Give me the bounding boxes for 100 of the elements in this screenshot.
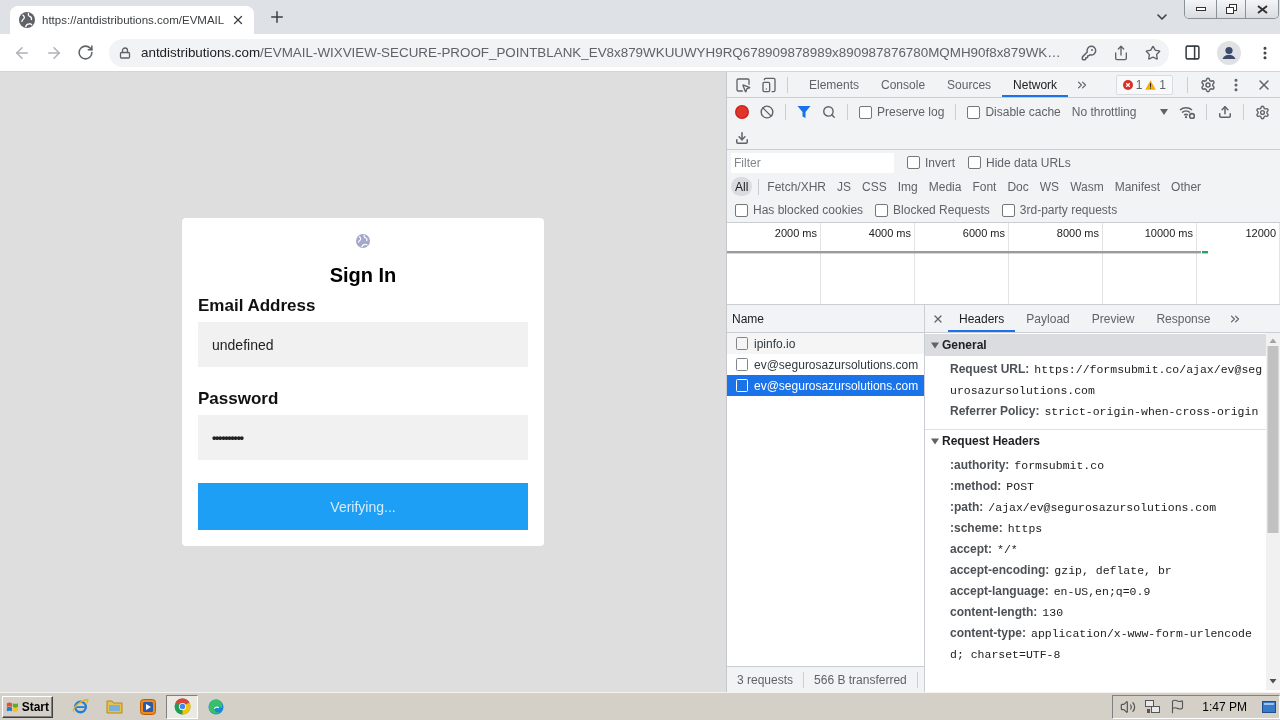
checkbox[interactable] (967, 105, 981, 119)
request-row[interactable]: ev@segurosazursolutions.com (727, 375, 924, 396)
header-row-text: content-length: 130 (950, 604, 1065, 621)
header-row-text: accept-encoding: gzip, deflate, br (950, 562, 1173, 579)
header-row-text: :method: POST (950, 478, 1035, 495)
globe-icon (356, 234, 370, 248)
checkbox-label: Has blocked cookies (753, 203, 864, 217)
panel-tab[interactable]: Sources (936, 72, 1003, 97)
checkbox[interactable] (907, 156, 920, 169)
speaker-icon[interactable] (1120, 698, 1137, 715)
checkbox[interactable] (968, 156, 981, 169)
settings-icon[interactable] (1254, 104, 1270, 120)
scrollbar[interactable] (1266, 333, 1280, 690)
issues-counter-button[interactable]: 1 1 (1115, 74, 1173, 95)
show-desktop-icon[interactable] (1262, 700, 1276, 713)
checkbox[interactable] (859, 105, 872, 119)
header-row-text: Referrer Policy: strict-origin-when-cross-origin (950, 403, 1260, 420)
restore-icon (1225, 4, 1237, 14)
e-orbit-icon (71, 698, 89, 715)
browser-tab[interactable]: https://antdistributions.com/EVMAIL (10, 6, 255, 34)
checkbox[interactable] (1001, 203, 1015, 217)
action-center-flag-icon[interactable] (1170, 699, 1186, 714)
play-icon (140, 698, 156, 715)
key-icon[interactable] (1081, 44, 1097, 61)
panel-tab[interactable]: Elements (798, 72, 871, 97)
swirl-logo-icon (208, 698, 224, 715)
clear-icon[interactable] (760, 105, 774, 119)
type-filter-button[interactable]: Other (1167, 177, 1206, 196)
type-filter-button[interactable]: All (731, 177, 753, 196)
download-icon[interactable] (735, 130, 749, 145)
tick-label: 6000 ms (962, 227, 1005, 241)
request-row[interactable]: ipinfo.io (727, 333, 924, 354)
device-icon[interactable] (761, 76, 777, 93)
checkbox-label: 3rd-party requests (1019, 203, 1118, 217)
avatar-icon[interactable] (1217, 40, 1241, 65)
minimize-button[interactable] (1185, 0, 1216, 18)
checkbox-label: Disable cache (985, 105, 1061, 119)
lock-icon (119, 46, 131, 59)
globe-icon (19, 12, 35, 28)
browser-logo-icon (173, 698, 191, 715)
network-icon[interactable] (1145, 698, 1162, 715)
checkbox[interactable] (875, 203, 889, 217)
input-field[interactable]: •••••••••• (198, 415, 528, 460)
type-filter-button[interactable]: Doc (1003, 177, 1033, 196)
header-row-text: accept-language: en-US,en;q=0.9 (950, 583, 1152, 600)
type-filter-button[interactable]: WS (1035, 177, 1064, 196)
share-icon[interactable] (1113, 44, 1129, 61)
document-icon (736, 379, 748, 392)
type-filter-button[interactable]: Wasm (1066, 177, 1108, 196)
field-label: Password (198, 389, 280, 409)
detail-tab[interactable]: Headers (948, 305, 1016, 332)
close-icon (1256, 4, 1268, 14)
type-filter-button[interactable]: Img (893, 177, 922, 196)
throttling-select[interactable]: No throttling (1071, 105, 1168, 119)
start-button[interactable]: Start (2, 695, 53, 718)
detail-tab[interactable]: Payload (1015, 305, 1081, 332)
filter-field[interactable]: Filter (731, 152, 894, 173)
taskbar-app-button[interactable] (166, 694, 198, 719)
column-header: Name (732, 311, 764, 326)
search-icon[interactable] (822, 105, 836, 119)
section-header[interactable]: General (925, 334, 1266, 356)
upload-icon[interactable] (1217, 105, 1232, 119)
type-filter-button[interactable]: Fetch/XHR (763, 177, 831, 196)
address-bar[interactable]: antdistributions.com/EVMAIL-WIXVIEW-SECURE-PROOF_POINTBLANK_EV8x879WKUUWYH9RQ678909878989x890987876780MQMH90f8x879WK… (109, 38, 1169, 67)
header-row-text: accept: */* (950, 541, 1019, 558)
type-filter-button[interactable]: CSS (858, 177, 891, 196)
folder-icon (105, 699, 123, 714)
side-panel-icon[interactable] (1184, 44, 1201, 61)
document-icon (736, 337, 748, 350)
detail-tab[interactable]: Response (1145, 305, 1222, 332)
input-field[interactable]: undefined (198, 322, 528, 367)
status-text: 566 B transferred (814, 672, 907, 687)
type-filter-button[interactable]: JS (833, 177, 856, 196)
bookmark-star-icon[interactable] (1145, 44, 1161, 61)
card-title: Sign In (328, 263, 398, 287)
inspect-icon[interactable] (735, 76, 751, 93)
restore-button[interactable] (1216, 0, 1245, 18)
reload-icon[interactable] (77, 44, 94, 61)
close-window-button[interactable] (1245, 0, 1278, 18)
section-header[interactable]: Request Headers (925, 430, 1266, 452)
field-label: Email Address (198, 296, 317, 316)
type-filter-button[interactable]: Manifest (1110, 177, 1165, 196)
checkbox-label: Invert (925, 155, 955, 170)
tick-label: 12000 (1245, 227, 1276, 241)
panel-tab[interactable]: Console (870, 72, 937, 97)
status-text: 3 requests (737, 672, 794, 687)
minimize-icon (1195, 7, 1206, 11)
warning-icon (1145, 79, 1157, 90)
header-row-text: :scheme: https (950, 520, 1044, 537)
type-filter-button[interactable]: Media (924, 177, 966, 196)
header-row-text: content-type: application/x-www-form-urlencoded; charset=UTF-8 (950, 625, 1253, 663)
type-filter-button[interactable]: Font (968, 177, 1001, 196)
checkbox[interactable] (735, 203, 748, 217)
filter-icon[interactable] (797, 105, 811, 119)
detail-tab[interactable]: Preview (1080, 305, 1146, 332)
document-icon (736, 358, 748, 371)
settings-icon[interactable] (1200, 76, 1216, 93)
checkbox-label: Blocked Requests (893, 203, 990, 217)
record-icon[interactable] (735, 105, 749, 119)
wifi-settings-icon[interactable] (1178, 105, 1195, 119)
